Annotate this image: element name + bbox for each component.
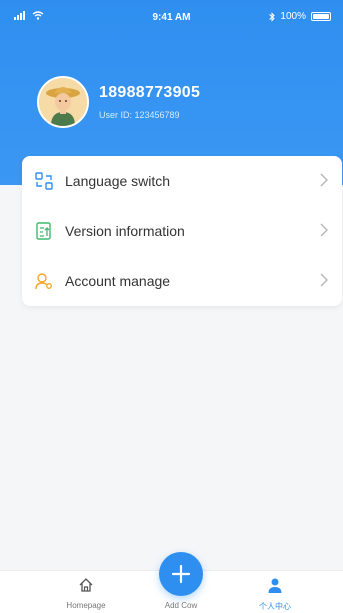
account-manage-icon bbox=[35, 273, 52, 290]
status-bar: 9:41 AM 100% bbox=[0, 0, 343, 30]
tab-personal-center[interactable]: 个人中心 bbox=[240, 571, 310, 613]
user-phone: 18988773905 bbox=[99, 84, 201, 101]
battery-icon bbox=[311, 12, 331, 21]
farmer-avatar-icon bbox=[39, 78, 87, 126]
menu-label-version-information: Version information bbox=[65, 223, 185, 239]
home-icon bbox=[79, 578, 93, 592]
user-text: 18988773905 User ID: 123456789 bbox=[99, 84, 200, 120]
chevron-right-icon bbox=[320, 273, 328, 287]
menu-label-language-switch: Language switch bbox=[65, 173, 171, 189]
tab-label-homepage: Homepage bbox=[66, 601, 106, 610]
tab-label-personal-center: 个人中心 bbox=[259, 602, 291, 611]
status-right: 100% bbox=[269, 11, 331, 22]
bluetooth-icon bbox=[269, 11, 276, 22]
person-icon bbox=[268, 578, 282, 593]
settings-menu: Language switch Version information Acco… bbox=[22, 156, 342, 306]
menu-label-account-manage: Account manage bbox=[65, 273, 171, 289]
tab-label-add-cow: Add Cow bbox=[164, 601, 198, 610]
add-cow-button[interactable] bbox=[159, 552, 203, 596]
tab-homepage[interactable]: Homepage bbox=[51, 571, 121, 613]
menu-item-version-information[interactable]: Version information bbox=[22, 206, 342, 256]
profile-block[interactable]: 18988773905 User ID: 123456789 bbox=[37, 76, 200, 128]
chevron-right-icon bbox=[320, 223, 328, 237]
battery-percent: 100% bbox=[280, 11, 306, 22]
avatar[interactable] bbox=[37, 76, 89, 128]
menu-item-language-switch[interactable]: Language switch bbox=[22, 156, 342, 206]
user-id: User ID: 123456789 bbox=[99, 110, 180, 120]
menu-item-account-manage[interactable]: Account manage bbox=[22, 256, 342, 306]
language-switch-icon bbox=[35, 172, 53, 190]
plus-icon bbox=[171, 564, 191, 584]
chevron-right-icon bbox=[320, 173, 328, 187]
version-info-icon bbox=[36, 222, 51, 240]
